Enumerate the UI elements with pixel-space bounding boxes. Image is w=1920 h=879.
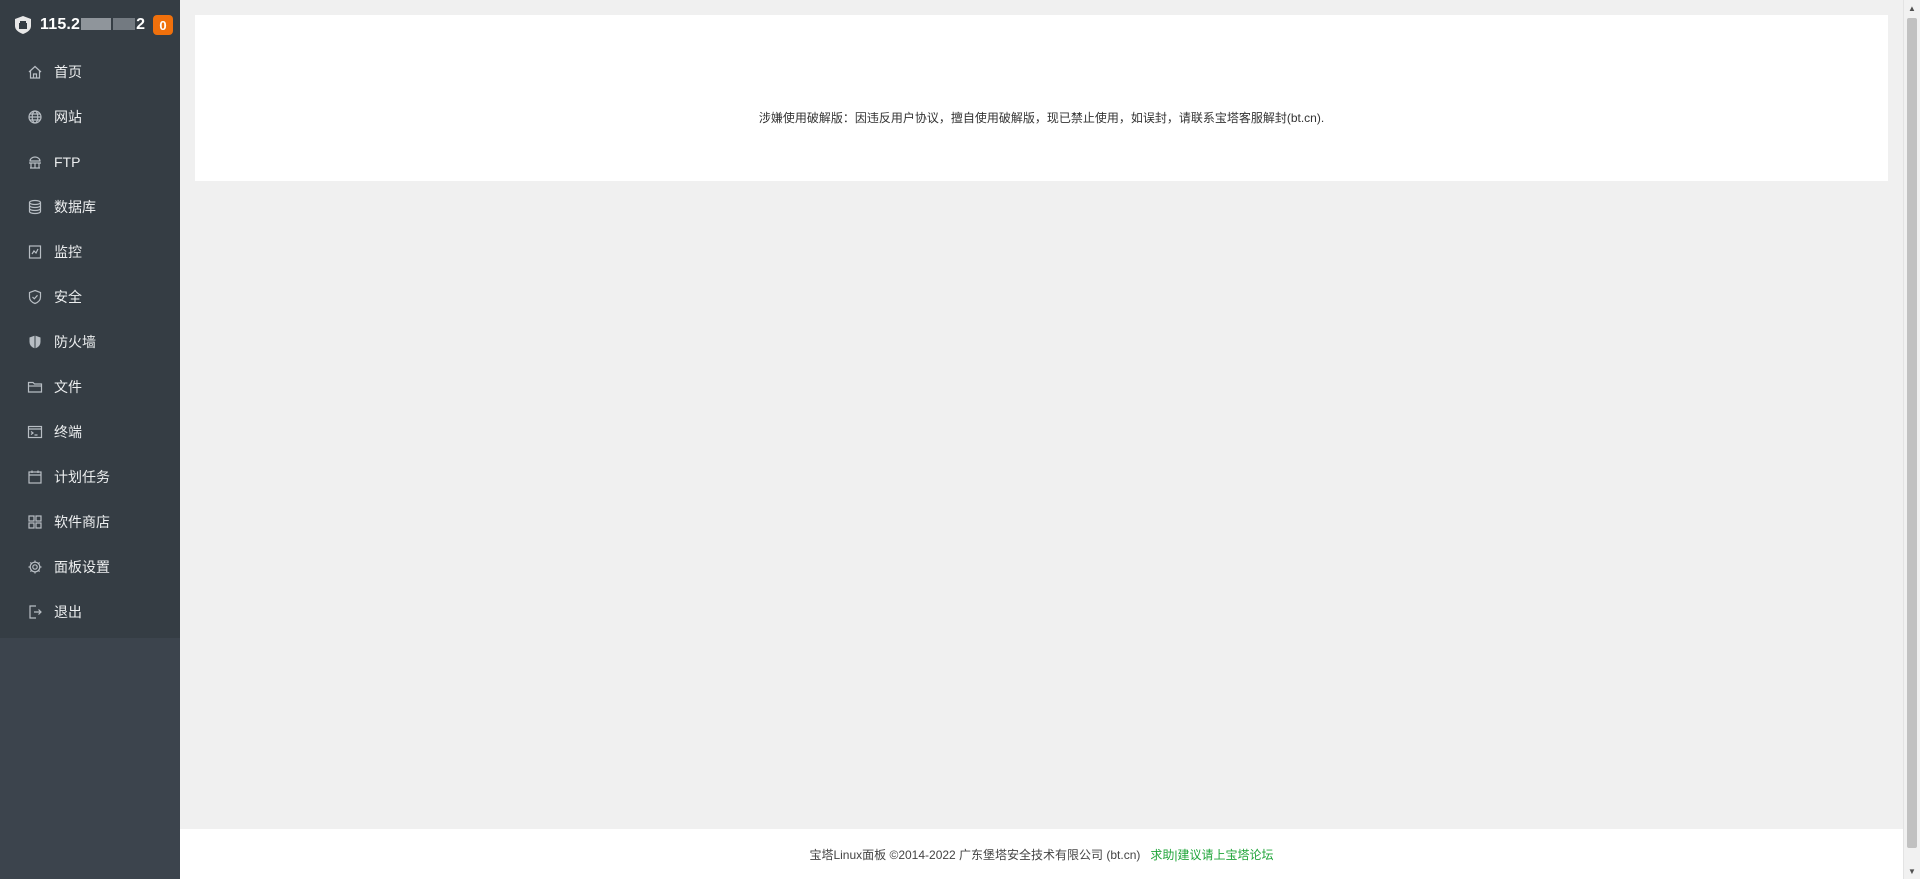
sidebar-item-cron[interactable]: 计划任务 — [0, 454, 180, 499]
main-content-card: 涉嫌使用破解版：因违反用户协议，擅自使用破解版，现已禁止使用，如误封，请联系宝塔… — [195, 15, 1888, 181]
home-icon — [27, 64, 43, 80]
globe-icon — [27, 109, 43, 125]
vertical-scrollbar[interactable]: ▲ ▼ — [1903, 0, 1920, 879]
logout-icon — [27, 604, 43, 620]
sidebar-item-ftp[interactable]: FTP — [0, 139, 180, 184]
sidebar-item-label: FTP — [54, 153, 81, 170]
sidebar-item-label: 防火墙 — [54, 333, 96, 350]
apps-icon — [27, 514, 43, 530]
server-ip-suffix: 2 — [136, 15, 146, 33]
footer: 宝塔Linux面板 ©2014-2022 广东堡塔安全技术有限公司 (bt.cn… — [180, 829, 1903, 879]
footer-copyright: 宝塔Linux面板 ©2014-2022 广东堡塔安全技术有限公司 (bt.cn… — [809, 847, 1141, 862]
menu-bottom-padding — [0, 634, 180, 638]
sidebar-item-label: 首页 — [54, 63, 82, 80]
sidebar-item-label: 监控 — [54, 243, 82, 260]
sidebar-item-logout[interactable]: 退出 — [0, 589, 180, 634]
sidebar-item-app-store[interactable]: 软件商店 — [0, 499, 180, 544]
sidebar-item-firewall[interactable]: 防火墙 — [0, 319, 180, 364]
gear-icon — [27, 559, 43, 575]
sidebar-item-monitor[interactable]: 监控 — [0, 229, 180, 274]
sidebar: 115.2 2 0 首页 网站 FTP 数据库 监控 安全 防火墙 文件 终端 … — [0, 0, 180, 879]
sidebar-menu: 首页 网站 FTP 数据库 监控 安全 防火墙 文件 终端 计划任务 软件商店 … — [0, 49, 180, 638]
terminal-icon — [27, 424, 43, 440]
sidebar-item-label: 数据库 — [54, 198, 96, 215]
sidebar-item-label: 软件商店 — [54, 513, 110, 530]
panel-logo-icon — [15, 15, 31, 34]
sidebar-item-panel-settings[interactable]: 面板设置 — [0, 544, 180, 589]
scroll-down-arrow-icon[interactable]: ▼ — [1904, 863, 1920, 879]
sidebar-item-website[interactable]: 网站 — [0, 94, 180, 139]
ip-mask — [81, 18, 112, 31]
ip-mask — [113, 18, 136, 31]
shield-icon — [27, 289, 43, 305]
monitor-icon — [27, 244, 43, 260]
ftp-icon — [27, 154, 43, 170]
server-ip[interactable]: 115.2 2 — [40, 16, 145, 34]
sidebar-item-files[interactable]: 文件 — [0, 364, 180, 409]
calendar-icon — [27, 469, 43, 485]
forum-link[interactable]: 求助|建议请上宝塔论坛 — [1150, 846, 1273, 863]
sidebar-item-label: 网站 — [54, 108, 82, 125]
sidebar-item-database[interactable]: 数据库 — [0, 184, 180, 229]
banned-notice: 涉嫌使用破解版：因违反用户协议，擅自使用破解版，现已禁止使用，如误封，请联系宝塔… — [758, 111, 1325, 125]
sidebar-item-terminal[interactable]: 终端 — [0, 409, 180, 454]
sidebar-item-label: 计划任务 — [54, 468, 110, 485]
sidebar-item-label: 退出 — [54, 603, 82, 620]
database-icon — [27, 199, 43, 215]
notification-badge[interactable]: 0 — [153, 15, 173, 35]
sidebar-item-label: 面板设置 — [54, 558, 110, 575]
sidebar-item-home[interactable]: 首页 — [0, 49, 180, 94]
folder-icon — [27, 379, 43, 395]
firewall-icon — [27, 334, 43, 350]
sidebar-item-label: 文件 — [54, 378, 82, 395]
sidebar-item-label: 终端 — [54, 423, 82, 440]
scroll-thumb[interactable] — [1907, 18, 1917, 848]
sidebar-item-label: 安全 — [54, 288, 82, 305]
server-ip-prefix: 115.2 — [40, 15, 81, 33]
scroll-up-arrow-icon[interactable]: ▲ — [1904, 0, 1920, 16]
sidebar-header: 115.2 2 0 — [0, 0, 180, 49]
sidebar-item-security[interactable]: 安全 — [0, 274, 180, 319]
